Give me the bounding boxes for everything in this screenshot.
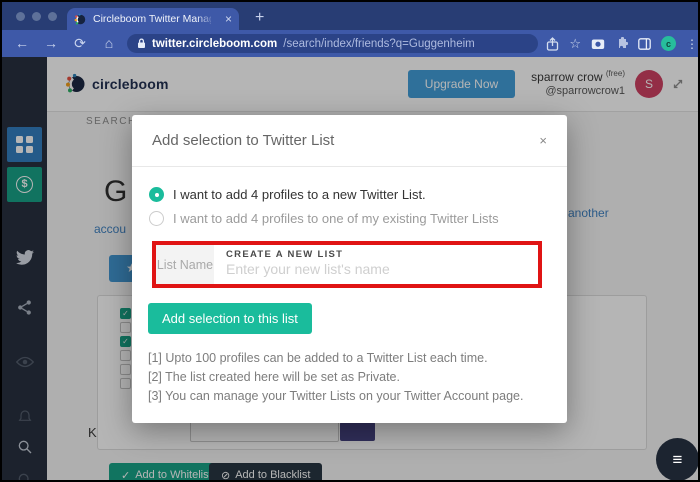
list-name-input[interactable] <box>226 260 526 278</box>
url-path: /search/index/friends?q=Guggenheim <box>283 37 475 50</box>
note-2: [2] The list created here will be set as… <box>148 370 400 384</box>
tab-bar: Circleboom Twitter Managemen × + <box>2 2 698 30</box>
circleboom-extension-icon[interactable]: c <box>661 36 676 51</box>
radio-new-list[interactable]: I want to add 4 profiles to a new Twitte… <box>149 187 426 202</box>
lock-icon <box>138 38 145 48</box>
radio-selected-icon <box>149 187 164 202</box>
reload-icon[interactable]: ⟳ <box>72 35 88 52</box>
radio-unselected-icon <box>149 211 164 226</box>
url-domain: twitter.circleboom.com <box>152 37 278 50</box>
home-icon[interactable]: ⌂ <box>101 35 117 52</box>
modal-close-icon[interactable]: × <box>539 133 547 148</box>
chrome-menu-icon[interactable]: ⋮ <box>686 38 698 50</box>
circleboom-favicon-icon <box>74 13 86 25</box>
share-icon[interactable] <box>546 36 559 51</box>
radio-existing-list-label: I want to add 4 profiles to one of my ex… <box>173 211 499 226</box>
highlight-annotation-box: List Name CREATE A NEW LIST <box>152 241 542 288</box>
note-1: [1] Upto 100 profiles can be added to a … <box>148 351 488 365</box>
add-selection-button[interactable]: Add selection to this list <box>148 303 312 334</box>
note-3: [3] You can manage your Twitter Lists on… <box>148 389 524 403</box>
radio-new-list-label: I want to add 4 profiles to a new Twitte… <box>173 187 426 202</box>
zoom-window-button[interactable] <box>48 12 57 21</box>
floating-menu-button[interactable]: ≡ <box>656 438 698 480</box>
add-to-list-modal: Add selection to Twitter List × I want t… <box>132 115 567 423</box>
browser-window: Circleboom Twitter Managemen × + ← → ⟳ ⌂… <box>0 0 700 482</box>
page-content: $ circleboom Upgrade Now sparrow crow (f… <box>2 57 698 480</box>
tab-title: Circleboom Twitter Managemen <box>93 13 211 25</box>
modal-title: Add selection to Twitter List <box>152 132 335 149</box>
browser-toolbar: ← → ⟳ ⌂ twitter.circleboom.com/search/in… <box>2 30 698 57</box>
list-name-label: List Name <box>156 245 214 284</box>
forward-icon[interactable]: → <box>43 35 59 52</box>
tab-close-icon[interactable]: × <box>225 12 232 26</box>
extensions-puzzle-icon[interactable] <box>615 37 628 50</box>
screenshot-extension-icon[interactable] <box>591 38 605 50</box>
modal-header: Add selection to Twitter List × <box>132 115 567 167</box>
modal-notes: [1] Upto 100 profiles can be added to a … <box>148 349 523 406</box>
macos-traffic-lights[interactable] <box>16 12 57 21</box>
radio-existing-list[interactable]: I want to add 4 profiles to one of my ex… <box>149 211 499 226</box>
side-panel-icon[interactable] <box>638 37 651 50</box>
browser-tab[interactable]: Circleboom Twitter Managemen × <box>67 8 239 30</box>
bookmark-star-icon[interactable]: ☆ <box>569 36 581 52</box>
create-new-list-label: CREATE A NEW LIST <box>226 249 344 260</box>
minimize-window-button[interactable] <box>32 12 41 21</box>
new-tab-button[interactable]: + <box>255 7 264 29</box>
back-icon[interactable]: ← <box>14 35 30 52</box>
address-bar[interactable]: twitter.circleboom.com/search/index/frie… <box>127 34 539 53</box>
close-window-button[interactable] <box>16 12 25 21</box>
hamburger-icon: ≡ <box>672 449 683 469</box>
tab-title-fade <box>197 8 215 30</box>
